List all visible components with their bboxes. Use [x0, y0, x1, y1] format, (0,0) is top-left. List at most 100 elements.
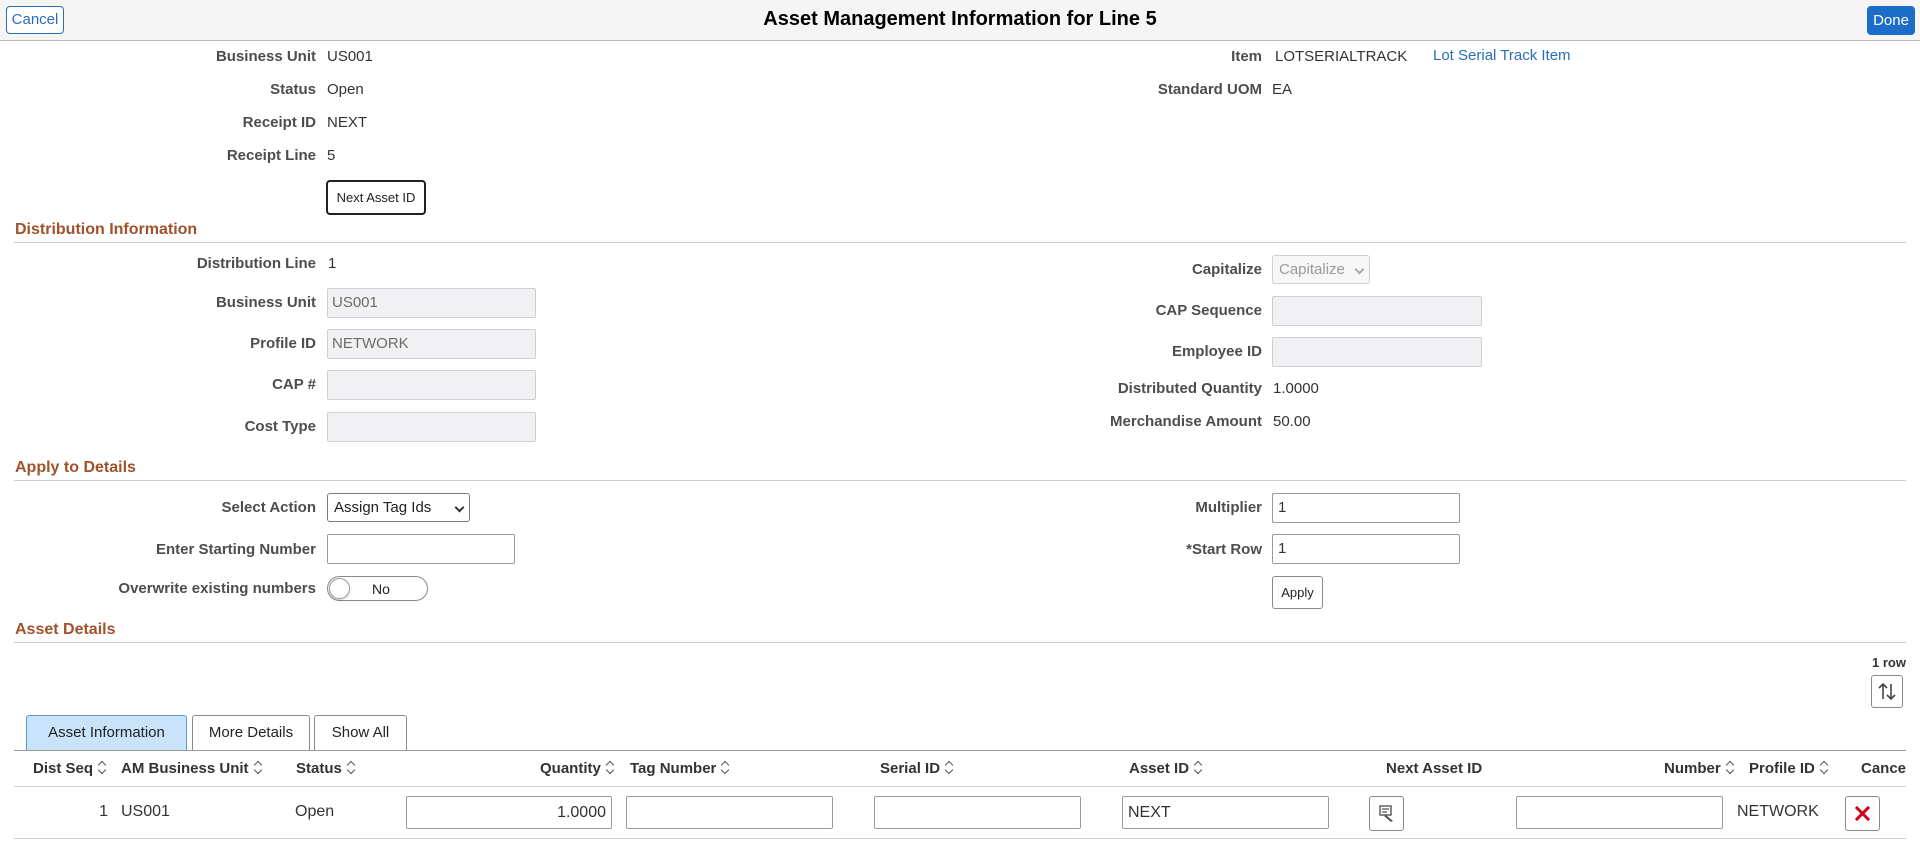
quantity-input[interactable]: 1.0000: [406, 796, 612, 829]
col-header-number[interactable]: Number: [1664, 760, 1735, 777]
profile-id-label: Profile ID: [250, 335, 316, 352]
tab-asset-information[interactable]: Asset Information: [26, 715, 187, 750]
distribution-divider: [14, 242, 1906, 243]
col-header-status[interactable]: Status: [296, 760, 356, 777]
receipt-line-value: 5: [327, 147, 336, 164]
row-count: 1 row: [1872, 655, 1906, 670]
distribution-line-value: 1: [328, 255, 337, 272]
cap-number-label: CAP #: [272, 376, 316, 393]
starting-number-input[interactable]: [327, 534, 515, 564]
sort-icon: [253, 762, 263, 774]
next-asset-id-row-button[interactable]: [1369, 796, 1404, 831]
number-input[interactable]: [1516, 796, 1723, 829]
sort-icon: [720, 762, 730, 774]
sort-icon: [605, 762, 615, 774]
col-header-dist-seq[interactable]: Dist Seq: [33, 760, 107, 777]
lookup-icon: [1379, 805, 1393, 822]
asset-details-divider: [14, 642, 1906, 643]
am-business-unit-cell: US001: [121, 803, 170, 820]
cap-sequence-field: [1272, 296, 1482, 326]
col-header-profile-id[interactable]: Profile ID: [1749, 760, 1829, 777]
sort-icon: [346, 762, 356, 774]
cancel-button[interactable]: Cancel: [6, 6, 64, 34]
cap-sequence-label: CAP Sequence: [1155, 302, 1262, 319]
select-action-value: Assign Tag Ids: [334, 499, 432, 516]
multiplier-input[interactable]: 1: [1272, 493, 1460, 523]
dist-business-unit-label: Business Unit: [215, 294, 316, 311]
page-title: Asset Management Information for Line 5: [763, 8, 1157, 30]
row-bottom-divider: [14, 838, 1906, 839]
col-header-quantity[interactable]: Quantity: [540, 760, 615, 777]
multiplier-label: Multiplier: [1195, 499, 1262, 516]
capitalize-select: Capitalize: [1272, 255, 1370, 284]
merchandise-amount-label: Merchandise Amount: [1110, 413, 1262, 430]
start-row-label: *Start Row: [1186, 541, 1262, 558]
receipt-id-value: NEXT: [327, 114, 368, 131]
receipt-line-label: Receipt Line: [226, 147, 316, 164]
tab-more-details[interactable]: More Details: [192, 715, 310, 750]
apply-section-title: Apply to Details: [15, 459, 136, 476]
distribution-line-label: Distribution Line: [196, 255, 316, 272]
col-header-tag-number[interactable]: Tag Number: [630, 760, 730, 777]
item-value: LOTSERIALTRACK: [1275, 48, 1408, 65]
overwrite-label: Overwrite existing numbers: [118, 580, 316, 597]
standard-uom-label: Standard UOM: [1157, 81, 1262, 98]
business-unit-value: US001: [327, 48, 373, 65]
capitalize-label: Capitalize: [1191, 261, 1262, 278]
cost-type-field: [327, 412, 536, 442]
profile-id-cell: NETWORK: [1737, 803, 1819, 820]
delete-row-button[interactable]: [1845, 796, 1880, 831]
distributed-quantity-value: 1.0000: [1273, 380, 1319, 397]
done-button[interactable]: Done: [1867, 6, 1915, 35]
sort-icon: [1193, 762, 1203, 774]
delete-x-icon: [1854, 805, 1871, 822]
chevron-down-icon: [1354, 264, 1365, 275]
tag-number-input[interactable]: [626, 796, 833, 829]
col-header-asset-id[interactable]: Asset ID: [1129, 760, 1203, 777]
chevron-down-icon: [454, 502, 465, 513]
dist-seq-cell: 1: [99, 803, 108, 820]
select-action-label: Select Action: [221, 499, 316, 516]
tab-show-all[interactable]: Show All: [314, 715, 407, 750]
profile-id-field: NETWORK: [327, 329, 536, 359]
select-action-dropdown[interactable]: Assign Tag Ids: [327, 493, 470, 522]
apply-divider: [14, 480, 1906, 481]
sort-icon: [97, 762, 107, 774]
merchandise-amount-value: 50.00: [1273, 413, 1311, 430]
dist-business-unit-field: US001: [327, 288, 536, 318]
sort-arrows-icon: [1878, 682, 1896, 701]
col-header-am-business-unit[interactable]: AM Business Unit: [121, 760, 263, 777]
col-header-next-asset-id: Next Asset ID: [1386, 760, 1483, 777]
col-header-serial-id[interactable]: Serial ID: [880, 760, 954, 777]
employee-id-field: [1272, 337, 1482, 367]
next-asset-id-button[interactable]: Next Asset ID: [326, 180, 426, 215]
employee-id-label: Employee ID: [1171, 343, 1262, 360]
status-cell: Open: [295, 803, 335, 820]
col-header-cancel: Cance: [1861, 760, 1906, 777]
apply-button[interactable]: Apply: [1272, 576, 1323, 609]
standard-uom-value: EA: [1272, 81, 1293, 98]
item-description-link[interactable]: Lot Serial Track Item: [1433, 47, 1571, 64]
header-row-divider: [14, 786, 1906, 787]
receipt-id-label: Receipt ID: [242, 114, 316, 131]
sort-icon: [1819, 762, 1829, 774]
sort-icon: [1725, 762, 1735, 774]
status-value: Open: [327, 81, 364, 98]
overwrite-toggle[interactable]: No: [327, 576, 428, 601]
cap-number-field: [327, 370, 536, 400]
capitalize-select-value: Capitalize: [1279, 261, 1345, 278]
start-row-input[interactable]: 1: [1272, 534, 1460, 564]
distribution-section-title: Distribution Information: [15, 221, 198, 238]
distributed-quantity-label: Distributed Quantity: [1117, 380, 1262, 397]
toggle-knob: [329, 578, 350, 599]
asset-id-input[interactable]: NEXT: [1122, 796, 1329, 829]
sort-rows-button[interactable]: [1871, 675, 1903, 708]
cost-type-label: Cost Type: [244, 418, 316, 435]
item-label: Item: [1231, 48, 1262, 65]
starting-number-label: Enter Starting Number: [155, 541, 316, 558]
business-unit-label: Business Unit: [215, 48, 316, 65]
serial-id-input[interactable]: [874, 796, 1081, 829]
asset-details-section-title: Asset Details: [15, 621, 116, 638]
sort-icon: [944, 762, 954, 774]
grid-top-border: [14, 750, 1906, 751]
